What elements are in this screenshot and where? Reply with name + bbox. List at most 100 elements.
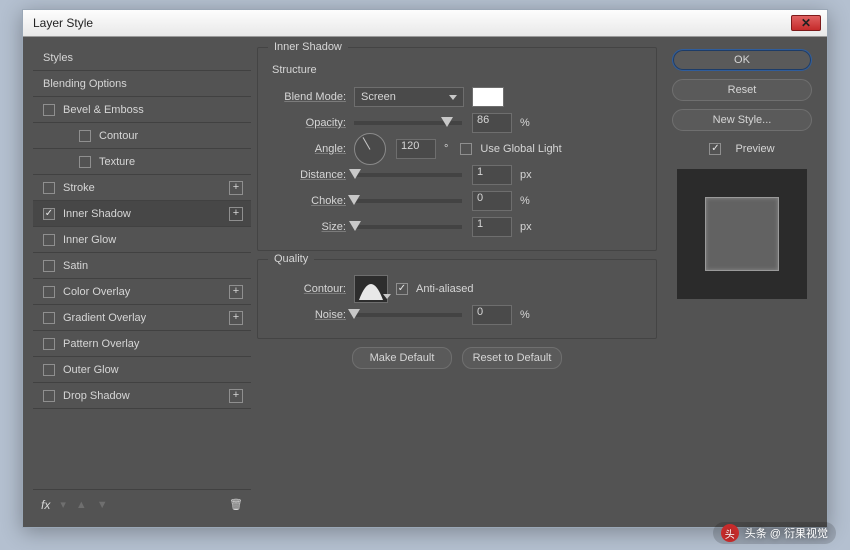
opacity-label: Opacity:: [272, 117, 354, 129]
sidebar-item-outer-glow[interactable]: Outer Glow: [33, 357, 251, 383]
fx-menu-button[interactable]: fx: [41, 498, 50, 512]
size-row: Size: 1 px: [272, 214, 642, 240]
size-label: Size:: [272, 221, 354, 233]
use-global-light-checkbox[interactable]: [460, 143, 472, 155]
new-style-button[interactable]: New Style...: [672, 109, 812, 131]
effect-label: Drop Shadow: [63, 390, 130, 402]
preview-checkbox[interactable]: [709, 143, 721, 155]
blend-mode-label: Blend Mode:: [272, 91, 354, 103]
sidebar-item-satin[interactable]: Satin: [33, 253, 251, 279]
blend-mode-value: Screen: [361, 91, 396, 103]
antialiased-checkbox[interactable]: [396, 283, 408, 295]
slider-thumb-icon: [348, 309, 360, 319]
sidebar-item-stroke[interactable]: Stroke +: [33, 175, 251, 201]
angle-hand-icon: [363, 137, 371, 150]
close-button[interactable]: ✕: [791, 15, 821, 31]
effect-checkbox[interactable]: [79, 130, 91, 142]
sidebar-item-inner-shadow[interactable]: Inner Shadow +: [33, 201, 251, 227]
distance-input[interactable]: 1: [472, 165, 512, 185]
noise-unit: %: [520, 309, 530, 321]
effect-checkbox[interactable]: [43, 390, 55, 402]
opacity-unit: %: [520, 117, 530, 129]
sidebar-item-texture[interactable]: Texture: [33, 149, 251, 175]
add-instance-button[interactable]: +: [229, 311, 243, 325]
trash-icon[interactable]: 🗑: [229, 498, 243, 511]
effect-label: Contour: [99, 130, 138, 142]
close-icon: ✕: [801, 16, 811, 30]
add-instance-button[interactable]: +: [229, 285, 243, 299]
choke-input[interactable]: 0: [472, 191, 512, 211]
sidebar-item-blending-options[interactable]: Blending Options: [33, 71, 251, 97]
contour-curve-icon: [357, 278, 385, 302]
effect-checkbox[interactable]: [43, 364, 55, 376]
shadow-color-swatch[interactable]: [472, 87, 504, 107]
effect-checkbox[interactable]: [79, 156, 91, 168]
contour-picker[interactable]: [354, 275, 388, 303]
slider-thumb-icon: [349, 221, 361, 231]
action-column: OK Reset New Style... Preview: [663, 37, 827, 527]
opacity-slider[interactable]: [354, 121, 462, 125]
choke-slider[interactable]: [354, 199, 462, 203]
noise-label: Noise:: [272, 309, 354, 321]
blend-mode-select[interactable]: Screen: [354, 87, 464, 107]
sidebar-item-pattern-overlay[interactable]: Pattern Overlay: [33, 331, 251, 357]
angle-row: Angle: 120 ° Use Global Light: [272, 136, 642, 162]
size-input[interactable]: 1: [472, 217, 512, 237]
quality-fieldset: Quality Contour: Anti-aliased Noise: 0: [257, 259, 657, 339]
contour-label: Contour:: [272, 283, 354, 295]
noise-input[interactable]: 0: [472, 305, 512, 325]
effect-checkbox[interactable]: [43, 338, 55, 350]
effect-label: Inner Shadow: [63, 208, 131, 220]
size-slider[interactable]: [354, 225, 462, 229]
noise-row: Noise: 0 %: [272, 302, 642, 328]
dialog-body: Styles Blending OptionsBevel & Emboss Con…: [23, 37, 827, 527]
angle-input[interactable]: 120: [396, 139, 436, 159]
effect-checkbox[interactable]: [43, 182, 55, 194]
reset-default-button[interactable]: Reset to Default: [462, 347, 562, 369]
effect-label: Texture: [99, 156, 135, 168]
sidebar-item-bevel-emboss[interactable]: Bevel & Emboss: [33, 97, 251, 123]
effect-checkbox[interactable]: [43, 234, 55, 246]
preview-toggle-row: Preview: [709, 143, 774, 155]
watermark-icon: 头: [721, 524, 739, 542]
move-down-icon[interactable]: ▼: [97, 499, 108, 511]
opacity-row: Opacity: 86 %: [272, 110, 642, 136]
effect-checkbox[interactable]: [43, 208, 55, 220]
sidebar-header[interactable]: Styles: [33, 45, 251, 71]
effect-checkbox[interactable]: [43, 286, 55, 298]
effect-checkbox[interactable]: [43, 312, 55, 324]
add-instance-button[interactable]: +: [229, 181, 243, 195]
effect-checkbox[interactable]: [43, 104, 55, 116]
distance-unit: px: [520, 169, 532, 181]
choke-label: Choke:: [272, 195, 354, 207]
contour-row: Contour: Anti-aliased: [272, 276, 642, 302]
distance-slider[interactable]: [354, 173, 462, 177]
angle-dial[interactable]: [354, 133, 386, 165]
structure-fieldset: Inner Shadow Structure Blend Mode: Scree…: [257, 47, 657, 251]
noise-slider[interactable]: [354, 313, 462, 317]
add-instance-button[interactable]: +: [229, 207, 243, 221]
structure-subtitle: Structure: [272, 64, 642, 76]
quality-title: Quality: [268, 253, 314, 265]
effect-label: Pattern Overlay: [63, 338, 139, 350]
sidebar-item-contour[interactable]: Contour: [33, 123, 251, 149]
effect-label: Stroke: [63, 182, 95, 194]
angle-unit: °: [444, 143, 448, 155]
distance-label: Distance:: [272, 169, 354, 181]
distance-row: Distance: 1 px: [272, 162, 642, 188]
ok-button[interactable]: OK: [672, 49, 812, 71]
add-instance-button[interactable]: +: [229, 389, 243, 403]
reset-button[interactable]: Reset: [672, 79, 812, 101]
default-buttons-row: Make Default Reset to Default: [257, 347, 657, 369]
effects-sidebar: Styles Blending OptionsBevel & Emboss Con…: [23, 37, 251, 527]
window-title: Layer Style: [33, 16, 93, 30]
watermark-text: 头条 @ 衍果视觉: [745, 525, 828, 541]
sidebar-item-inner-glow[interactable]: Inner Glow: [33, 227, 251, 253]
sidebar-item-drop-shadow[interactable]: Drop Shadow +: [33, 383, 251, 409]
effect-checkbox[interactable]: [43, 260, 55, 272]
opacity-input[interactable]: 86: [472, 113, 512, 133]
sidebar-item-gradient-overlay[interactable]: Gradient Overlay+: [33, 305, 251, 331]
move-up-icon[interactable]: ▲: [76, 499, 87, 511]
sidebar-item-color-overlay[interactable]: Color Overlay+: [33, 279, 251, 305]
make-default-button[interactable]: Make Default: [352, 347, 452, 369]
